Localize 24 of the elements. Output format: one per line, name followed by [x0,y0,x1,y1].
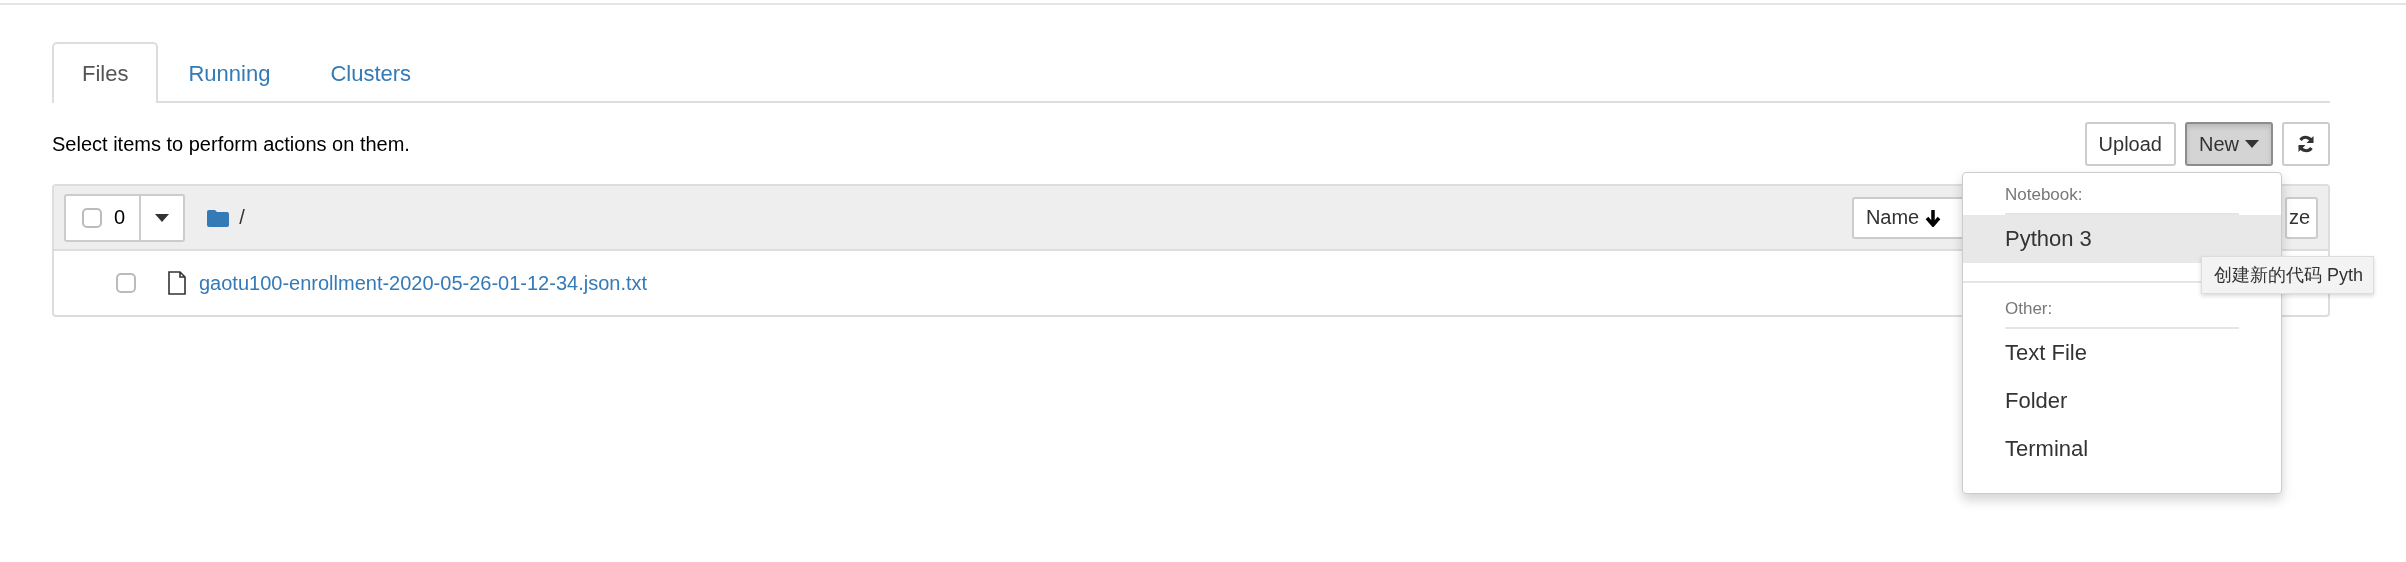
selected-count: 0 [114,206,126,229]
breadcrumb-link[interactable]: / [239,206,245,229]
tab[interactable]: Clusters [300,42,442,103]
menu-item[interactable]: Terminal [1963,425,2281,473]
refresh-button[interactable] [2282,122,2330,166]
down-arrow-icon [1925,208,1942,227]
caret-icon [2245,140,2259,148]
row-checkbox[interactable] [116,273,136,293]
instruction-text: Select items to perform actions on them. [52,132,410,156]
menu-item[interactable]: Python 3 [1963,215,2281,263]
file-icon [168,271,186,295]
file-link[interactable]: gaotu100-enrollment-2020-05-26-01-12-34.json.txt [199,271,648,295]
tab[interactable]: Files [52,42,159,103]
folder-icon [207,208,230,227]
upload-button[interactable]: Upload [2084,122,2176,166]
menu-item[interactable]: Text File [1963,329,2281,377]
select-all-checkbox[interactable] [82,207,102,228]
new-button[interactable]: New [2185,122,2273,166]
tooltip: 创建新的代码 Pyth [2201,256,2375,294]
sort-button[interactable]: ze [2284,196,2318,239]
tab[interactable]: Running [158,42,301,103]
caret-icon [155,213,170,222]
refresh-icon [2296,134,2316,154]
menu-item[interactable]: Folder [1963,377,2281,425]
